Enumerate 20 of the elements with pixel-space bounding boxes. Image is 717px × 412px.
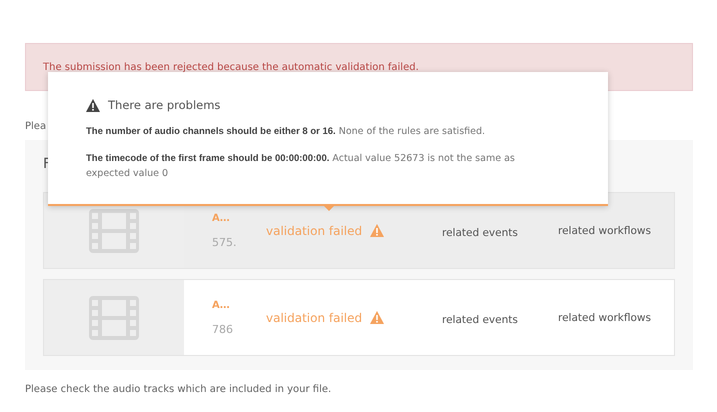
- problem-text: The timecode of the first frame should be 00:00:00:00. Actual value 52673 is not the same as expected value 0: [86, 152, 516, 182]
- film-icon: [89, 208, 139, 252]
- warning-icon: [86, 98, 100, 112]
- help-text: Please check the audio tracks which are included in your file.: [25, 384, 332, 395]
- popover-title: There are problems: [108, 98, 220, 112]
- related-workflows-link[interactable]: related workflows: [558, 312, 651, 324]
- file-row[interactable]: A… 786 validation failed related events related workflows: [43, 279, 675, 356]
- film-icon: [89, 296, 139, 340]
- file-size: 575.: [212, 236, 238, 248]
- file-size: 786: [212, 322, 234, 336]
- status-label: validation failed: [266, 310, 362, 324]
- intro-text: Plea: [25, 121, 46, 132]
- status-label: validation failed: [266, 224, 362, 238]
- related-events-link[interactable]: related events: [442, 314, 518, 326]
- warning-icon: [370, 224, 384, 237]
- related-workflows-link[interactable]: related workflows: [558, 224, 651, 236]
- related-events-link[interactable]: related events: [442, 227, 518, 239]
- warning-icon: [370, 311, 384, 324]
- problem-text: The number of audio channels should be either 8 or 16. None of the rules are satisfied.: [86, 125, 486, 139]
- alert-message: The submission has been rejected because the automatic validation failed.: [43, 62, 419, 72]
